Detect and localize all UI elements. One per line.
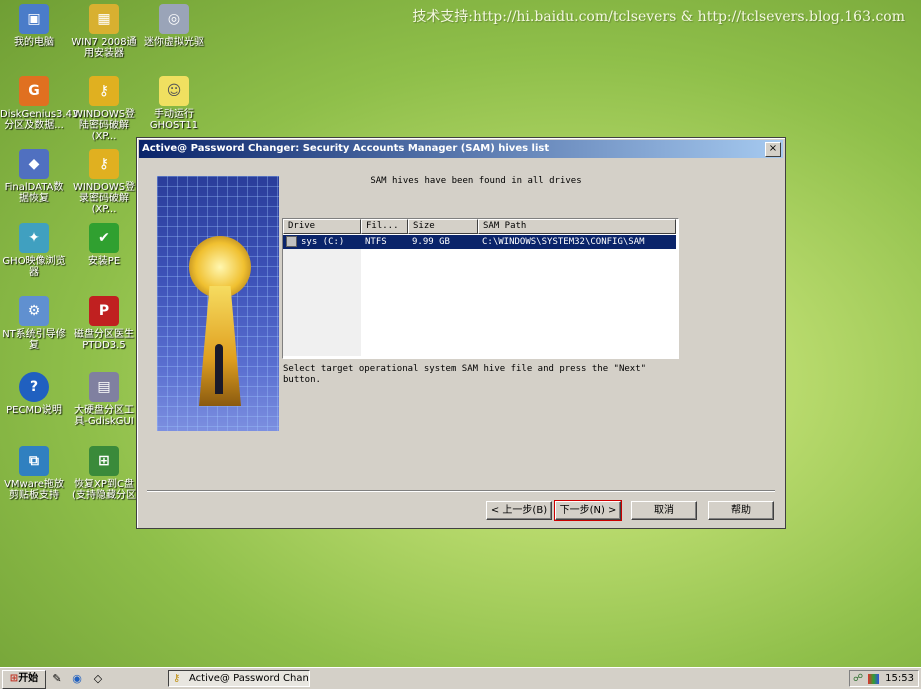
help-icon: ?: [19, 372, 49, 402]
desktop-icon-win7-installer[interactable]: ▦ WIN7 2008通用安装器: [70, 4, 138, 59]
watermark-text: 技术支持:http://hi.baidu.com/tclsevers & htt…: [412, 9, 905, 25]
browser-icon[interactable]: ◉: [70, 672, 84, 685]
finaldata-icon: ◆: [19, 149, 49, 179]
network-icon[interactable]: ☍: [853, 671, 863, 687]
cancel-button[interactable]: 取消: [631, 501, 697, 520]
desktop-icon-label: DiskGenius3.43分区及数据...: [0, 109, 79, 131]
computer-icon: ▣: [19, 4, 49, 34]
windows-logo-icon: ⊞: [9, 673, 19, 684]
desktop-icon-label: 手动运行GHOST11: [149, 109, 199, 131]
desktop-icon-finaldata[interactable]: ◆ FinalDATA数据恢复: [0, 149, 68, 204]
dialog-title: Active@ Password Changer: Security Accou…: [142, 143, 550, 154]
nt-repair-icon: ⚙: [19, 296, 49, 326]
vmware-icon: ⧉: [19, 446, 49, 476]
eraser-icon[interactable]: ◇: [91, 672, 105, 685]
desktop-icon-virtual-drive[interactable]: ◎ 迷你虚拟光驱: [140, 4, 208, 48]
size-cell: 9.99 GB: [408, 235, 478, 249]
desktop-icon-ghost[interactable]: ☺ 手动运行GHOST11: [140, 76, 208, 131]
desktop-icon-nt-repair[interactable]: ⚙ NT系统引导修复: [0, 296, 68, 351]
start-label: 开始: [18, 673, 39, 684]
desktop-icon-label: 安装PE: [87, 256, 121, 267]
desktop-icon-label: VMware拖放剪贴板支持: [4, 479, 64, 501]
hard-drive-icon: [286, 236, 297, 247]
windows-flag-icon: ⊞: [89, 446, 119, 476]
desktop-icon-label: 迷你虚拟光驱: [144, 37, 204, 48]
sam-hives-list[interactable]: Drive Fil... Size SAM Path sys (C:) NTFS…: [282, 218, 679, 359]
diskgenius-icon: G: [19, 76, 49, 106]
sam-hives-dialog: Active@ Password Changer: Security Accou…: [136, 137, 786, 529]
ghost-icon: ☺: [159, 76, 189, 106]
clock[interactable]: 15:53: [885, 671, 914, 687]
keyhole-banner-image: [157, 176, 279, 431]
separator: [147, 490, 775, 492]
start-button[interactable]: ⊞开始: [2, 670, 46, 689]
desktop-icon-vmware[interactable]: ⧉ VMware拖放剪贴板支持: [0, 446, 68, 501]
dialog-titlebar[interactable]: Active@ Password Changer: Security Accou…: [139, 140, 783, 158]
list-header: Drive Fil... Size SAM Path: [283, 219, 678, 234]
help-button[interactable]: 帮助: [708, 501, 774, 520]
path-cell: C:\WINDOWS\SYSTEM32\CONFIG\SAM: [478, 235, 676, 249]
desktop-icon-install-pe[interactable]: ✔ 安装PE: [70, 223, 138, 267]
key-icon: ⚷: [89, 149, 119, 179]
checkmark-icon: ✔: [89, 223, 119, 253]
system-tray: ☍ 15:53: [849, 670, 919, 687]
key-icon: ⚷: [89, 76, 119, 106]
desktop-icon-gdisk[interactable]: ▤ 大硬盘分区工具-GdiskGUI: [70, 372, 138, 427]
installer-icon: ▦: [89, 4, 119, 34]
list-item[interactable]: sys (C:) NTFS 9.99 GB C:\WINDOWS\SYSTEM3…: [283, 235, 678, 249]
desktop-icon-restore-xp[interactable]: ⊞ 恢复XP到C盘(支持隐藏分区: [70, 446, 138, 501]
desktop-icon-label: GHO映像浏览器: [2, 256, 66, 278]
desktop-icon-password-crack[interactable]: ⚷ WINDOWS登陆密码破解(XP...: [70, 76, 138, 142]
desktop-icon-gho-viewer[interactable]: ✦ GHO映像浏览器: [0, 223, 68, 278]
desktop-icon-my-computer[interactable]: ▣ 我的电脑: [0, 4, 68, 48]
pen-icon[interactable]: ✎: [50, 672, 64, 685]
desktop-icon-label: FinalDATA数据恢复: [4, 182, 64, 204]
desktop-icon-password-login[interactable]: ⚷ WINDOWS登录密码破解(XP...: [70, 149, 138, 215]
column-filesystem[interactable]: Fil...: [361, 219, 408, 234]
back-button[interactable]: < 上一步(B): [486, 501, 552, 520]
instruction-text: Select target operational system SAM hiv…: [283, 364, 647, 385]
taskbar-item-password-changer[interactable]: ⚷ Active@ Password Chan...: [168, 670, 310, 687]
desktop-icon-diskgenius[interactable]: G DiskGenius3.43分区及数据...: [0, 76, 79, 131]
desktop-icon-label: NT系统引导修复: [2, 329, 66, 351]
column-drive[interactable]: Drive: [283, 219, 361, 234]
desktop-icon-label: 我的电脑: [14, 37, 54, 48]
desktop-icon-label: 磁盘分区医生PTDD3.5: [74, 329, 134, 351]
display-icon[interactable]: [868, 674, 879, 684]
ptdd-icon: P: [89, 296, 119, 326]
desktop-icon-label: WINDOWS登录密码破解(XP...: [72, 182, 136, 215]
key-icon: ⚷: [173, 673, 181, 684]
desktop-icon-ptdd[interactable]: P 磁盘分区医生PTDD3.5: [70, 296, 138, 351]
next-button[interactable]: 下一步(N) >: [554, 500, 622, 521]
virtual-drive-icon: ◎: [159, 4, 189, 34]
desktop-icon-label: WIN7 2008通用安装器: [71, 37, 137, 59]
gho-viewer-icon: ✦: [19, 223, 49, 253]
desktop-icon-pecmd-help[interactable]: ? PECMD说明: [0, 372, 68, 416]
column-size[interactable]: Size: [408, 219, 478, 234]
desktop-icon-label: 恢复XP到C盘(支持隐藏分区: [72, 479, 136, 501]
desktop-icon-label: WINDOWS登陆密码破解(XP...: [72, 109, 136, 142]
status-message: SAM hives have been found in all drives: [370, 176, 582, 186]
desktop-icon-label: PECMD说明: [6, 405, 62, 416]
close-button[interactable]: ×: [765, 142, 781, 157]
desktop-icon-label: 大硬盘分区工具-GdiskGUI: [74, 405, 134, 427]
column-sam-path[interactable]: SAM Path: [478, 219, 676, 234]
taskbar-item-label: Active@ Password Chan...: [189, 673, 310, 684]
taskbar: ⊞开始 ✎ ◉ ◇ ⚷ Active@ Password Chan... ☍ 1…: [0, 667, 921, 689]
gdisk-icon: ▤: [89, 372, 119, 402]
filesystem-cell: NTFS: [361, 235, 408, 249]
